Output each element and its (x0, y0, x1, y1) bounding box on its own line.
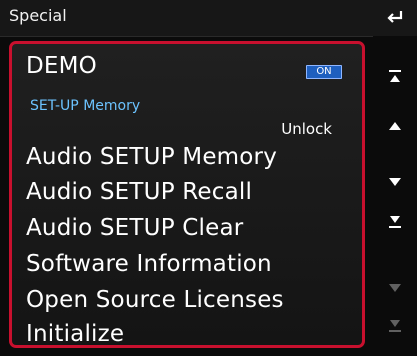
list-item-audio-setup-clear[interactable]: Audio SETUP Clear (26, 215, 352, 241)
list-item-label: Software Information (26, 251, 272, 277)
list-item-software-information[interactable]: Software Information (26, 251, 352, 277)
list-item-label: Audio SETUP Recall (26, 179, 253, 205)
back-button[interactable] (381, 4, 409, 32)
demo-row[interactable]: DEMO (26, 53, 352, 79)
page-bottom-dim-icon (387, 318, 403, 338)
list-item-label: Audio SETUP Clear (26, 215, 244, 241)
header-bar: Special (0, 0, 417, 37)
scroll-down-icon (388, 173, 402, 192)
list-item-audio-setup-recall[interactable]: Audio SETUP Recall (26, 179, 352, 205)
scroll-down-dim-icon (388, 279, 402, 298)
list-item-label: Initialize (26, 321, 125, 347)
settings-list-panel: DEMO ON SET-UP Memory Unlock Audio SETUP… (9, 41, 365, 348)
scroll-up-icon (388, 117, 402, 136)
list-item-initialize[interactable]: Initialize (26, 321, 352, 347)
list-item-open-source-licenses[interactable]: Open Source Licenses (26, 287, 352, 313)
demo-label: DEMO (26, 53, 97, 79)
list-item-label: Audio SETUP Memory (26, 144, 278, 170)
list-item-label: Open Source Licenses (26, 287, 284, 313)
page-bottom-icon (387, 214, 403, 234)
scroll-down-button[interactable] (381, 170, 409, 194)
page-top-icon (387, 68, 403, 88)
scroll-down-dim-button (381, 276, 409, 300)
setup-memory-section-label: SET-UP Memory (30, 98, 141, 114)
special-menu-screen: Special DEMO ON SET-UP Memory Unlock Aud… (0, 0, 417, 356)
back-arrow-icon (385, 6, 405, 30)
page-bottom-button[interactable] (381, 212, 409, 236)
scroll-up-button[interactable] (381, 114, 409, 138)
list-item-audio-setup-memory[interactable]: Audio SETUP Memory (26, 144, 352, 170)
page-top-button[interactable] (381, 66, 409, 90)
page-bottom-dim-button (381, 316, 409, 340)
scroll-controls (373, 36, 417, 356)
unlock-button[interactable]: Unlock (281, 120, 332, 138)
page-title: Special (9, 6, 67, 25)
demo-toggle[interactable]: ON (306, 65, 342, 79)
